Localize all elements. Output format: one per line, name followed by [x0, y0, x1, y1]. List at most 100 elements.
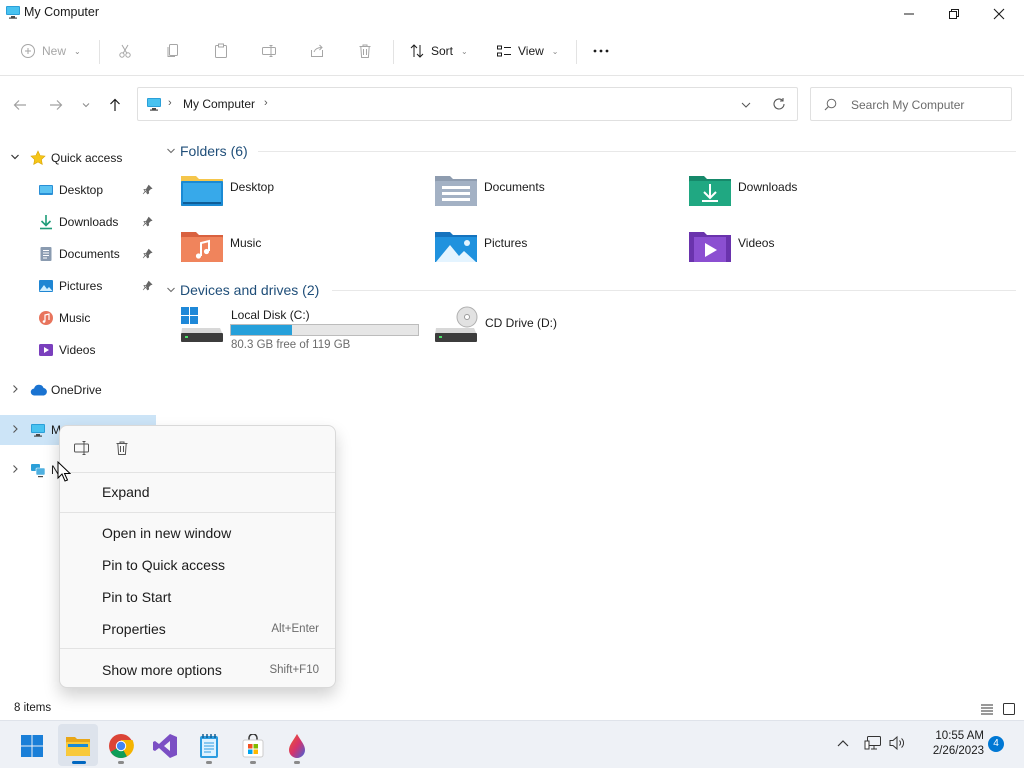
tiles-view-button[interactable] — [1002, 702, 1016, 716]
sidebar-item-documents[interactable]: Documents — [0, 239, 157, 269]
chevron-up-icon — [836, 737, 850, 749]
pictures-folder-icon — [434, 228, 478, 264]
menu-item-pin-to-start[interactable]: Pin to Start — [64, 582, 333, 612]
sidebar-item-pictures[interactable]: Pictures — [0, 271, 157, 301]
sidebar-item-quick-access[interactable]: Quick access — [0, 143, 157, 173]
file-explorer-icon — [65, 735, 91, 757]
menu-item-label: Pin to Start — [102, 589, 172, 605]
computer-icon — [146, 96, 162, 112]
breadcrumb-separator-icon[interactable]: › — [264, 97, 268, 109]
network-status-icon[interactable] — [864, 735, 882, 751]
close-button[interactable] — [976, 0, 1022, 28]
search-input[interactable]: Search My Computer — [810, 87, 1012, 121]
drive-name: Local Disk (C:) — [231, 308, 310, 322]
copy-button[interactable] — [165, 38, 181, 64]
clock[interactable]: 10:55 AM 2/26/2023 — [914, 729, 984, 759]
rename-button[interactable] — [73, 440, 93, 458]
paste-button[interactable] — [213, 38, 229, 64]
menu-item-label: Open in new window — [102, 525, 232, 541]
hard-drive-icon — [180, 306, 224, 344]
maximize-button[interactable] — [931, 0, 977, 28]
sidebar-item-onedrive[interactable]: OneDrive — [0, 375, 157, 405]
menu-item-pin-quick-access[interactable]: Pin to Quick access — [64, 550, 333, 580]
view-label: View — [518, 44, 544, 58]
chevron-right-icon[interactable] — [10, 464, 20, 474]
back-button[interactable] — [10, 95, 30, 115]
chevron-down-icon: ⌄ — [551, 46, 559, 56]
details-view-button[interactable] — [980, 702, 994, 716]
taskbar-visual-studio[interactable] — [149, 730, 181, 762]
sidebar-item-label: Videos — [59, 343, 96, 357]
clock-date: 2/26/2023 — [932, 745, 984, 757]
sort-button[interactable]: Sort ⌄ — [409, 38, 468, 64]
show-hidden-icons-button[interactable] — [836, 737, 850, 749]
taskbar-microsoft-store[interactable] — [237, 730, 269, 762]
rename-button[interactable] — [261, 38, 277, 64]
minimize-button[interactable] — [886, 0, 932, 28]
folder-tile-downloads[interactable]: Downloads — [688, 172, 928, 216]
delete-button[interactable] — [357, 38, 373, 64]
chevron-right-icon[interactable] — [10, 384, 20, 394]
computer-icon — [30, 422, 46, 438]
desktop-folder-icon — [180, 172, 224, 208]
cut-button[interactable] — [117, 38, 133, 64]
forward-button[interactable] — [46, 95, 66, 115]
taskbar-chrome[interactable] — [105, 730, 137, 762]
menu-separator — [60, 472, 335, 473]
folder-tile-desktop[interactable]: Desktop — [180, 172, 420, 216]
drive-usage-fill — [231, 325, 292, 335]
sidebar-item-videos[interactable]: Videos — [0, 335, 157, 365]
share-icon — [309, 43, 325, 59]
share-button[interactable] — [309, 38, 325, 64]
folder-label: Pictures — [484, 236, 528, 250]
folders-section-header[interactable]: Folders (6) — [166, 143, 248, 159]
running-indicator — [118, 761, 124, 764]
copy-icon — [165, 43, 181, 59]
folder-tile-pictures[interactable]: Pictures — [434, 228, 674, 272]
folder-tile-documents[interactable]: Documents — [434, 172, 674, 216]
sidebar-item-music[interactable]: Music — [0, 303, 157, 333]
menu-item-shortcut: Shift+F10 — [269, 664, 319, 676]
arrow-up-icon — [108, 98, 122, 112]
arrow-right-icon — [49, 98, 63, 112]
chevron-down-icon[interactable] — [10, 152, 20, 162]
search-placeholder: Search My Computer — [851, 98, 965, 112]
taskbar-file-explorer[interactable] — [62, 730, 94, 762]
recent-locations-button[interactable] — [76, 95, 96, 115]
address-history-button[interactable] — [740, 99, 752, 111]
breadcrumb-separator-icon: › — [168, 97, 172, 109]
more-options-button[interactable] — [592, 38, 610, 64]
taskbar-paint[interactable] — [281, 730, 313, 762]
section-divider — [332, 290, 1016, 291]
view-button[interactable]: View ⌄ — [496, 38, 559, 64]
menu-item-open-new-window[interactable]: Open in new window — [64, 518, 333, 548]
star-icon — [30, 150, 46, 166]
new-button[interactable]: New ⌄ — [20, 38, 81, 64]
sidebar-item-desktop[interactable]: Desktop — [0, 175, 157, 205]
menu-item-properties[interactable]: Properties Alt+Enter — [64, 614, 333, 644]
notification-badge[interactable]: 4 — [988, 736, 1004, 752]
close-icon — [993, 8, 1005, 20]
devices-section-header[interactable]: Devices and drives (2) — [166, 282, 319, 298]
restore-icon — [948, 8, 960, 20]
menu-item-expand[interactable]: Expand — [64, 477, 333, 507]
up-button[interactable] — [105, 95, 125, 115]
taskbar-notepad[interactable] — [193, 730, 225, 762]
window-title: My Computer — [24, 5, 100, 19]
desktop-folder-icon — [38, 182, 54, 198]
sort-icon — [409, 43, 425, 59]
folder-tile-videos[interactable]: Videos — [688, 228, 928, 272]
folder-tile-music[interactable]: Music — [180, 228, 420, 272]
refresh-button[interactable] — [772, 97, 786, 111]
breadcrumb-my-computer[interactable]: My Computer — [183, 97, 255, 111]
chevron-right-icon[interactable] — [10, 424, 20, 434]
delete-button[interactable] — [114, 440, 132, 458]
address-bar[interactable]: › My Computer › — [137, 87, 798, 121]
volume-icon[interactable] — [889, 735, 907, 751]
drive-tile-local-disk-c[interactable]: Local Disk (C:) 80.3 GB free of 119 GB — [180, 306, 425, 351]
drive-tile-cd-drive-d[interactable]: CD Drive (D:) — [434, 306, 634, 350]
start-button[interactable] — [16, 730, 48, 762]
sidebar-item-downloads[interactable]: Downloads — [0, 207, 157, 237]
pin-icon — [142, 216, 153, 227]
menu-item-show-more-options[interactable]: Show more options Shift+F10 — [64, 655, 333, 685]
